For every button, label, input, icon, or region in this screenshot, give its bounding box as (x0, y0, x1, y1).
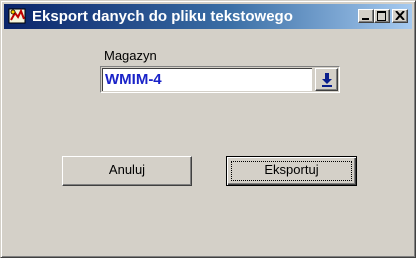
arrow-down-icon (322, 73, 332, 87)
window-title: Eksport danych do pliku tekstowego (32, 8, 293, 25)
close-icon[interactable] (392, 9, 408, 23)
title-bar[interactable]: Eksport danych do pliku tekstowego (4, 4, 412, 29)
maximize-icon[interactable] (374, 9, 390, 23)
warehouse-field[interactable]: WMIM-4 (102, 68, 312, 91)
dropdown-button[interactable] (315, 68, 338, 91)
warehouse-select[interactable]: WMIM-4 (100, 66, 340, 93)
export-button[interactable]: Eksportuj (226, 156, 357, 186)
cancel-button-label: Anuluj (108, 162, 146, 177)
dialog-window: Eksport danych do pliku tekstowego Magaz… (0, 0, 416, 258)
warehouse-label: Magazyn (104, 48, 157, 63)
export-button-label: Eksportuj (264, 162, 319, 177)
minimize-icon[interactable] (358, 9, 374, 23)
app-icon (8, 7, 27, 26)
cancel-button[interactable]: Anuluj (62, 156, 192, 186)
warehouse-value: WMIM-4 (105, 71, 162, 88)
